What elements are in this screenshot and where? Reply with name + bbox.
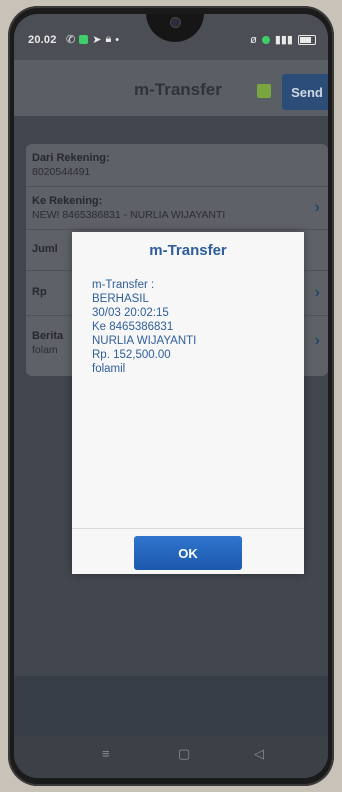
whatsapp-icon: ✆ xyxy=(66,34,76,46)
app-header: m-Transfer Send xyxy=(14,60,328,116)
ok-button[interactable]: OK xyxy=(134,536,242,570)
dialog-line: Ke 8465386831 xyxy=(92,321,174,333)
system-nav-bar: ≡ ▢ ◁ xyxy=(14,736,328,778)
send-button[interactable]: Send xyxy=(282,74,328,110)
dot-icon: • xyxy=(115,33,120,46)
app-icon xyxy=(79,35,89,44)
status-icons-right: ø ▮▮▮ xyxy=(250,33,316,46)
dialog-line: 30/03 20:02:15 xyxy=(92,307,169,319)
send-icon: ➤ xyxy=(92,34,102,46)
status-icons-left: ✆ ➤ 🔒︎ • xyxy=(66,33,119,46)
notch xyxy=(146,14,204,42)
silent-icon: ø xyxy=(250,33,257,46)
screen: 20.02 ✆ ➤ 🔒︎ • ø ▮▮▮ m-Transfer Send Dar… xyxy=(14,14,328,778)
status-indicator xyxy=(257,84,271,98)
status-bar: 20.02 ✆ ➤ 🔒︎ • ø ▮▮▮ xyxy=(14,14,328,60)
dialog-line: BERHASIL xyxy=(92,293,149,305)
status-time: 20.02 xyxy=(28,34,57,46)
lock-icon: 🔒︎ xyxy=(105,33,112,45)
dialog-line: Rp. 152,500.00 xyxy=(92,349,171,361)
green-dot-icon xyxy=(261,35,270,44)
menu-icon[interactable]: ≡ xyxy=(102,746,110,761)
result-dialog: m-Transfer m-Transfer : BERHASIL 30/03 2… xyxy=(72,232,304,574)
back-icon[interactable]: ◁ xyxy=(254,746,264,762)
battery-icon xyxy=(298,34,316,45)
home-icon[interactable]: ▢ xyxy=(178,746,190,762)
dialog-line: NURLIA WIJAYANTI xyxy=(92,335,197,347)
dialog-message: m-Transfer : BERHASIL 30/03 20:02:15 Ke … xyxy=(92,278,288,376)
dialog-title: m-Transfer xyxy=(149,242,227,259)
page-title: m-Transfer xyxy=(134,80,222,99)
camera-icon xyxy=(171,18,180,27)
dialog-line: m-Transfer : xyxy=(92,279,155,291)
signal-icon: ▮▮▮ xyxy=(274,34,293,46)
dialog-line: folamil xyxy=(92,363,126,375)
phone-frame: 20.02 ✆ ➤ 🔒︎ • ø ▮▮▮ m-Transfer Send Dar… xyxy=(8,6,334,786)
dialog-divider xyxy=(72,528,304,529)
